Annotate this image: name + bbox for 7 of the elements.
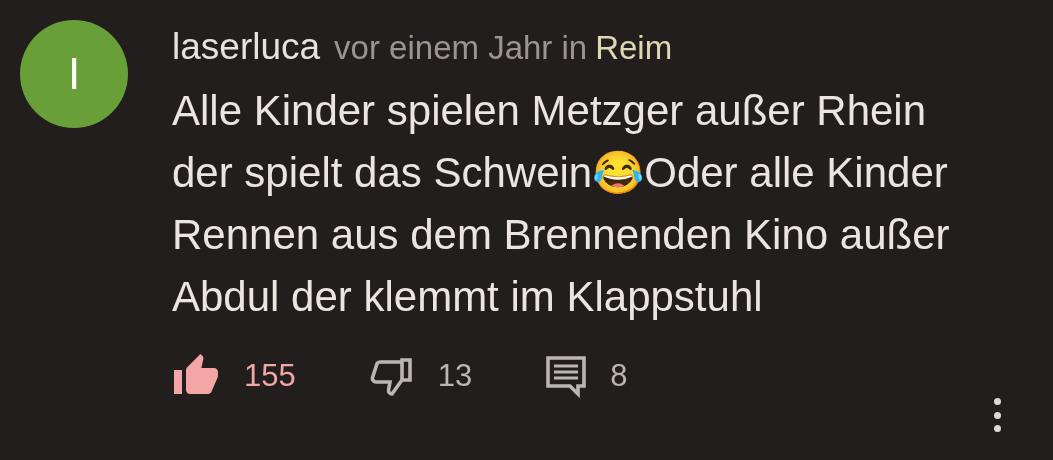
channel-link[interactable]: Reim — [595, 29, 673, 67]
count: 13 — [437, 358, 473, 394]
count: 155 — [244, 358, 296, 394]
comment-meta: vor einem Jahr in — [334, 29, 588, 67]
author-name[interactable]: laserluca — [172, 26, 321, 68]
comment-text: Alle Kinder spielen Metzger außer Rhein der spielt das Schwein😂Oder alle Kinder Rennen aus dem Brennenden Kino außer Abdul der klemmt im Klappstuhl — [172, 86, 950, 322]
count: 8 — [610, 358, 628, 394]
